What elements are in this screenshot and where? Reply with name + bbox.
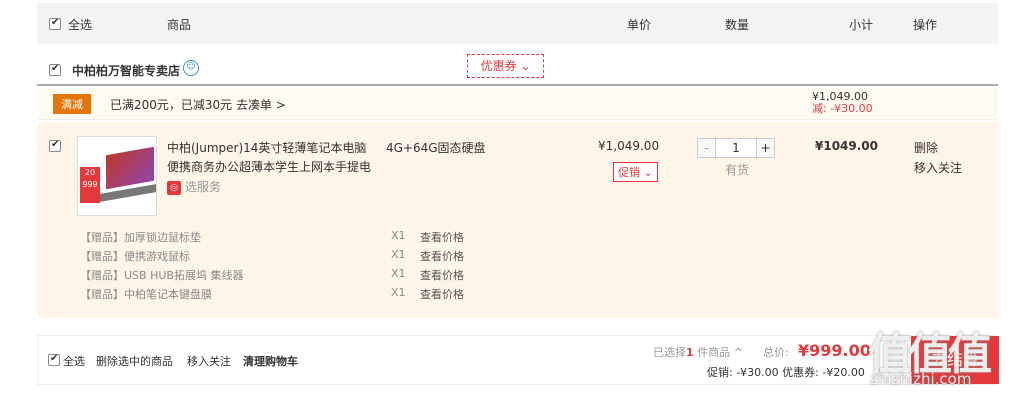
chat-icon[interactable]: ☺ (183, 60, 199, 76)
promo-price-block: ¥1,049.00 减: -¥30.00 (812, 91, 873, 115)
gift-name[interactable]: 【赠品】便携游戏鼠标 (80, 248, 190, 264)
gift-price-link[interactable]: 查看价格 (420, 267, 464, 283)
qty-plus-button[interactable]: + (756, 139, 774, 157)
promo-discount: 减: -¥30.00 (812, 102, 873, 115)
quantity-stepper: - 1 + (697, 138, 775, 158)
gift-qty: X1 (391, 248, 406, 261)
select-service[interactable]: ◎ 选服务 (167, 178, 221, 195)
promo-dropdown[interactable]: 促销 ⌄ (613, 162, 658, 182)
footer-select-all-label[interactable]: 全选 (63, 353, 85, 369)
col-action: 操作 (913, 18, 938, 32)
qty-input[interactable]: 1 (716, 139, 756, 157)
move-to-follow-link[interactable]: 移入关注 (914, 159, 962, 176)
discount-summary: 促销: -¥30.00 优惠券: -¥20.00 (707, 366, 865, 379)
selected-count: 1 (686, 346, 694, 359)
cart-footer: 全选 删除选中的商品 移入关注 清理购物车 已选择1 件商品 ^ 总价: ¥99… (37, 335, 999, 385)
gift-name[interactable]: 【赠品】加厚锁边鼠标垫 (80, 229, 201, 245)
gift-price-link[interactable]: 查看价格 (420, 286, 464, 302)
shop-checkbox[interactable] (49, 63, 61, 76)
gift-price-link[interactable]: 查看价格 (420, 229, 464, 245)
delete-selected-link[interactable]: 删除选中的商品 (96, 353, 173, 369)
selected-summary[interactable]: 已选择1 件商品 ^ (653, 344, 743, 360)
footer-move-follow-link[interactable]: 移入关注 (187, 353, 231, 369)
gift-price-link[interactable]: 查看价格 (420, 248, 464, 264)
product-spec: 4G+64G固态硬盘 (386, 141, 486, 155)
thumbnail-badge: 20 999 (80, 167, 100, 203)
product-thumbnail[interactable]: 20 999 (77, 136, 157, 216)
gift-qty: X1 (391, 286, 406, 299)
gift-qty: X1 (391, 267, 406, 280)
col-unit-price: 单价 (627, 18, 652, 32)
coupon-button[interactable]: 优惠券 ⌄ (467, 54, 544, 78)
selected-prefix: 已选择 (653, 346, 686, 359)
product-title[interactable]: 中柏(Jumper)14英寸轻薄笔记本电脑便携商务办公超薄本学生上网本手提电 (167, 139, 372, 177)
promo-tag: 满减 (53, 94, 91, 114)
cart-item: 20 999 中柏(Jumper)14英寸轻薄笔记本电脑便携商务办公超薄本学生上… (37, 122, 998, 318)
select-all-checkbox[interactable] (49, 17, 61, 30)
promo-row: 满减 已满200元，已减30元 去凑单 > ¥1,049.00 减: -¥30.… (37, 88, 998, 120)
promo-text[interactable]: 已满200元，已减30元 去凑单 > (110, 96, 286, 113)
thumbnail-badge-top: 20 (84, 168, 96, 177)
stock-status: 有货 (725, 163, 750, 177)
col-product: 商品 (167, 18, 192, 32)
item-subtotal: ¥1049.00 (815, 139, 879, 153)
shop-row: 中柏柏万智能专卖店 ☺ 优惠券 ⌄ (37, 52, 998, 86)
select-all-label[interactable]: 全选 (68, 16, 92, 33)
total-label: 总价: (763, 346, 789, 359)
watermark-domain: zhizhizhi.com (870, 370, 972, 388)
gift-name[interactable]: 【赠品】USB HUB拓展坞 集线器 (80, 267, 243, 283)
clear-cart-link[interactable]: 清理购物车 (243, 353, 298, 369)
gift-qty: X1 (391, 229, 406, 242)
qty-minus-button[interactable]: - (698, 139, 716, 157)
total-price: ¥999.00 (798, 341, 871, 360)
laptop-screen-image (106, 146, 154, 190)
item-checkbox[interactable] (49, 139, 61, 152)
service-label: 选服务 (185, 180, 222, 194)
col-qty: 数量 (725, 18, 750, 32)
delete-link[interactable]: 删除 (914, 139, 938, 156)
col-subtotal: 小计 (849, 18, 874, 32)
thumbnail-badge-bottom: 999 (82, 180, 98, 189)
selected-suffix: 件商品 ^ (697, 346, 743, 359)
watermark-logo: 值值值 zhizhizhi.com (868, 318, 1018, 398)
shop-name[interactable]: 中柏柏万智能专卖店 (72, 62, 180, 79)
service-icon: ◎ (167, 180, 181, 195)
footer-select-all-checkbox[interactable] (48, 353, 60, 366)
cart-header: 全选 商品 单价 数量 小计 操作 (37, 3, 998, 44)
gift-name[interactable]: 【赠品】中柏笔记本键盘膜 (80, 286, 212, 302)
unit-price: ¥1,049.00 (598, 139, 660, 153)
